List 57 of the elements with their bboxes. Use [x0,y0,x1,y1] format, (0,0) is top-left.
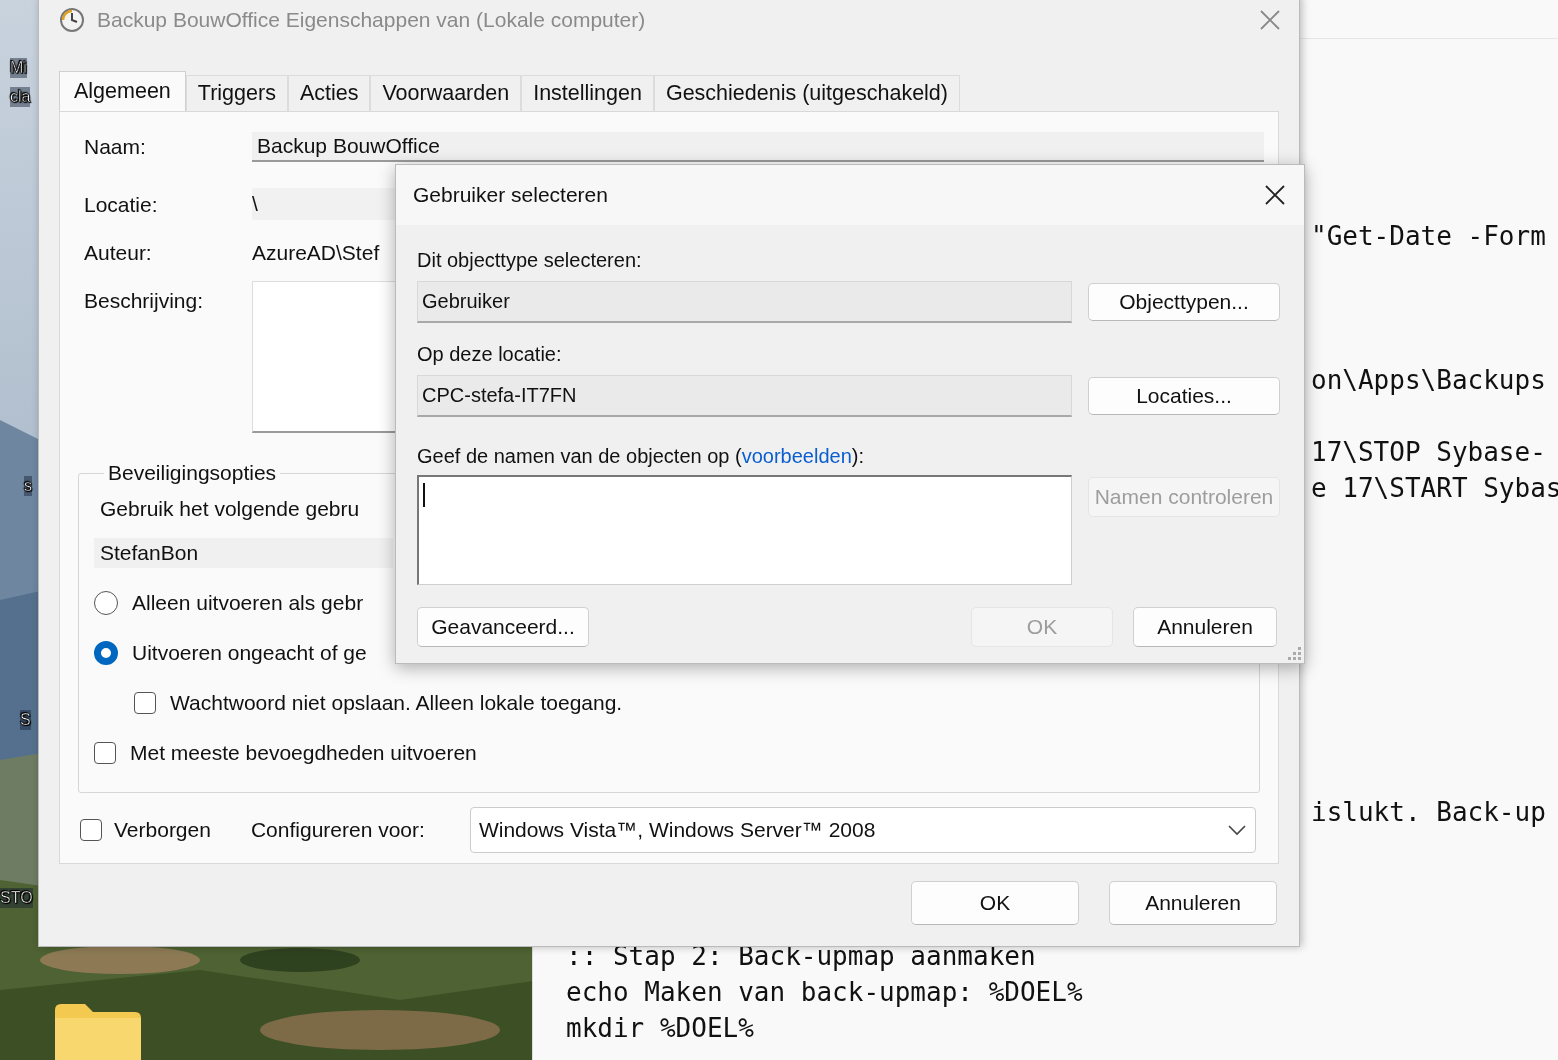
code-line: echo Maken van back-upmap: %DOEL% [566,977,1083,1007]
option-label: Wachtwoord niet opslaan. Alleen lokale toegang. [170,691,623,715]
field-label: Dit objecttype selecteren: [417,248,643,273]
tab[interactable]: Geschiedenis (uitgeschakeld) [653,75,960,111]
field-label: Beschrijving: [83,288,205,313]
dialog-button[interactable]: Objecttypen... [1088,283,1280,321]
field-label: Geef de namen van de objecten op (voorbeelden): [417,444,865,469]
names-field[interactable] [417,475,1072,585]
location-field: CPC-stefa-IT7FN [417,375,1072,417]
resize-grip-icon [1288,647,1302,661]
radio-button[interactable] [94,641,118,665]
code-line: on\Apps\Backups [1311,365,1546,395]
tab[interactable]: Instellingen [521,75,654,111]
examples-link[interactable]: voorbeelden [741,445,852,467]
close-icon[interactable] [1264,184,1286,206]
option-label: Uitvoeren ongeacht of ge [132,641,367,665]
location-field: \ [252,188,395,220]
description-field[interactable] [252,281,397,433]
dialog-button[interactable]: Annuleren [1133,607,1277,647]
option-label: Verborgen [114,818,211,842]
radio-button[interactable] [94,591,118,615]
chevron-down-icon [1226,824,1247,836]
window-title: Backup BouwOffice Eigenschappen van (Lokale computer) [97,8,646,32]
code-line: 17\STOP Sybase- [1311,437,1546,467]
configure-dropdown[interactable]: Windows Vista™, Windows Server™ 2008 [469,807,1256,853]
window-title: Gebruiker selecteren [413,183,608,207]
name-field[interactable]: Backup BouwOffice [252,132,1264,162]
option-label: Met meeste bevoegdheden uitvoeren [130,741,477,765]
object-type-field: Gebruiker [417,281,1072,323]
dialog-button[interactable]: Annuleren [1109,881,1277,925]
tab[interactable]: Triggers [185,75,288,111]
tab[interactable]: Voorwaarden [370,75,522,111]
code-line: islukt. Back-up [1311,797,1546,827]
desktop-icon-label[interactable]: STO [0,888,33,908]
checkbox[interactable] [94,742,116,764]
field-label: Configureren voor: [250,818,426,842]
dialog-button[interactable]: OK [911,881,1079,925]
code-line: mkdir %DOEL% [566,1013,754,1043]
group-title: Beveiligingsopties [107,461,278,485]
folder-icon [55,1002,141,1060]
code-line: e 17\START Sybas [1311,473,1558,503]
tab[interactable]: Acties [287,75,371,111]
field-label: Op deze locatie: [417,342,563,367]
dialog-button[interactable]: Geavanceerd... [417,607,589,647]
clock-icon [59,7,85,33]
code-line: "Get-Date -Form [1311,221,1546,251]
desktop-icon-label[interactable]: S [20,710,31,730]
field-label: Locatie: [83,192,159,218]
user-account-field: StefanBon [94,538,393,568]
field-label: Naam: [83,134,147,160]
option-label: Alleen uitvoeren als gebr [132,591,364,615]
tab[interactable]: Algemeen [59,71,186,111]
checkbox[interactable] [134,692,156,714]
checkbox[interactable] [80,819,102,841]
author-text: AzureAD\Stef [252,241,380,265]
dialog-button[interactable]: Locaties... [1088,377,1280,415]
field-label: Auteur: [83,241,153,265]
